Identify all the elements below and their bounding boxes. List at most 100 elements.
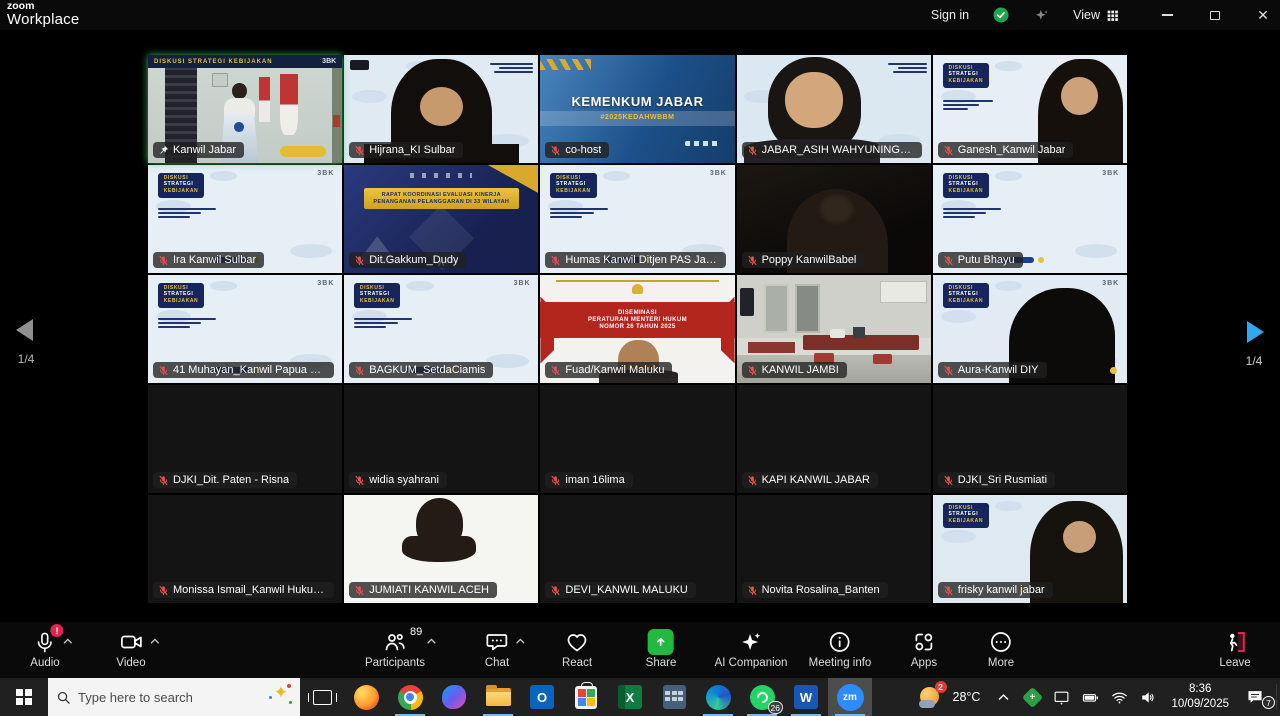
taskbar-app-edge[interactable] xyxy=(696,678,740,716)
participant-tile[interactable]: DISKUSISTRATEGIKEBIJAKAN3BK41 Muhayan_Ka… xyxy=(148,275,342,383)
participant-tile[interactable]: KANWIL JAMBI xyxy=(737,275,931,383)
participant-name-label: Kanwil Jabar xyxy=(153,142,244,158)
participant-tile[interactable]: DJKI_Dit. Paten - Risna xyxy=(148,385,342,493)
mic-muted-icon xyxy=(747,475,758,486)
volume-icon[interactable] xyxy=(1138,689,1158,706)
participant-tile[interactable]: DISKUSI STRATEGI KEBIJAKAN3BKKanwil Jaba… xyxy=(148,55,342,163)
next-page-arrow[interactable] xyxy=(1247,321,1264,343)
participant-tile[interactable]: RAPAT KOORDINASI EVALUASI KINERJAPENANGA… xyxy=(344,165,538,273)
more-button[interactable]: More xyxy=(988,629,1014,669)
leave-button[interactable]: Leave xyxy=(1219,629,1250,669)
participant-tile[interactable]: DISKUSISTRATEGIKEBIJAKAN3BKBAGKUM_SetdaC… xyxy=(344,275,538,383)
system-tray: 2 28°C + 8:36 10/09/2025 7 xyxy=(919,678,1280,716)
taskbar-app-copilot[interactable] xyxy=(432,678,476,716)
participants-options-caret[interactable] xyxy=(426,634,437,652)
participant-tile[interactable]: DISKUSISTRATEGIKEBIJAKAN3BKAura-Kanwil D… xyxy=(933,275,1127,383)
taskbar-app-file-explorer[interactable] xyxy=(476,678,520,716)
taskbar-app-calculator[interactable] xyxy=(652,678,696,716)
battery-icon[interactable] xyxy=(1080,689,1100,706)
participant-tile[interactable]: KEMENKUM JABAR#2025KEDAHWBBMco-host xyxy=(540,55,734,163)
audio-options-caret[interactable] xyxy=(62,634,73,652)
tray-expand-chevron[interactable] xyxy=(993,691,1013,704)
participant-tile[interactable]: DJKI_Sri Rusmiati xyxy=(933,385,1127,493)
previous-page-arrow[interactable] xyxy=(16,319,33,341)
participant-tile[interactable]: KAPI KANWIL JABAR xyxy=(737,385,931,493)
tile-text: DISEMINASI xyxy=(540,310,734,316)
participant-tile[interactable]: DISEMINASIPERATURAN MENTERI HUKUMNOMOR 2… xyxy=(540,275,734,383)
ai-companion-button[interactable]: AI Companion xyxy=(715,629,788,669)
tile-text: RAPAT KOORDINASI EVALUASI KINERJA xyxy=(366,192,517,198)
participant-tile[interactable]: DEVI_KANWIL MALUKU xyxy=(540,495,734,603)
meeting-info-button[interactable]: Meeting info xyxy=(809,629,872,669)
participant-name-label: KAPI KANWIL JABAR xyxy=(742,472,878,488)
participant-name: KANWIL JAMBI xyxy=(762,364,839,376)
minimize-button[interactable] xyxy=(1160,8,1174,22)
task-view-button[interactable] xyxy=(300,678,344,716)
participant-tile[interactable]: DISKUSISTRATEGIKEBIJAKAN3BKPutu Bhayu xyxy=(933,165,1127,273)
temperature-label[interactable]: 28°C xyxy=(953,690,981,704)
participant-tile[interactable]: iman 16lima xyxy=(540,385,734,493)
taskbar-clock[interactable]: 8:36 10/09/2025 xyxy=(1171,682,1229,712)
audio-button[interactable]: ! Audio xyxy=(30,629,59,669)
taskbar-search[interactable]: ✦ xyxy=(48,678,300,716)
tile-art xyxy=(224,98,255,116)
ai-sparkle-icon[interactable] xyxy=(1033,7,1050,24)
taskbar-app-firefox[interactable] xyxy=(344,678,388,716)
participants-button[interactable]: 89 Participants xyxy=(365,629,425,669)
participant-name: widia syahrani xyxy=(369,474,439,486)
zoom-workplace-logo: zoom Workplace xyxy=(7,1,79,28)
page-indicator-left: 1/4 xyxy=(6,352,46,366)
participant-tile[interactable]: Monissa Ismail_Kanwil Hukum... xyxy=(148,495,342,603)
participant-tile[interactable]: JUMIATI KANWIL ACEH xyxy=(344,495,538,603)
tile-art xyxy=(1061,77,1098,116)
start-button[interactable] xyxy=(0,678,48,716)
taskbar-app-zoom[interactable]: zm xyxy=(828,678,872,716)
more-label: More xyxy=(988,657,1014,669)
chat-options-caret[interactable] xyxy=(515,634,526,652)
video-options-caret[interactable] xyxy=(149,634,160,652)
file-explorer-icon xyxy=(486,688,511,706)
sign-in-button[interactable]: Sign in xyxy=(931,8,969,22)
apps-button[interactable]: Apps xyxy=(911,629,937,669)
maximize-icon xyxy=(1210,11,1220,20)
taskbar-app-chrome[interactable] xyxy=(388,678,432,716)
security-shield-icon[interactable] xyxy=(992,6,1010,24)
participant-tile[interactable]: DISKUSISTRATEGIKEBIJAKANfrisky kanwil ja… xyxy=(933,495,1127,603)
wifi-icon[interactable] xyxy=(1109,689,1129,706)
participant-name-label: co-host xyxy=(545,142,609,158)
participant-tile[interactable]: DISKUSISTRATEGIKEBIJAKAN3BKIra Kanwil Su… xyxy=(148,165,342,273)
react-button[interactable]: React xyxy=(562,629,592,669)
taskbar-app-word[interactable]: W xyxy=(784,678,828,716)
grid-view-icon xyxy=(1106,9,1119,22)
video-gallery: DISKUSI STRATEGI KEBIJAKAN3BKKanwil Jaba… xyxy=(0,30,1280,622)
video-button[interactable]: Video xyxy=(116,629,145,669)
taskbar-app-outlook[interactable]: O xyxy=(520,678,564,716)
view-button[interactable]: View xyxy=(1073,8,1119,22)
participant-tile[interactable]: DISKUSISTRATEGIKEBIJAKAN3BKHumas Kanwil … xyxy=(540,165,734,273)
chat-button[interactable]: Chat xyxy=(485,629,509,669)
maximize-button[interactable] xyxy=(1208,8,1222,22)
participant-name-label: DJKI_Sri Rusmiati xyxy=(938,472,1055,488)
participant-tile[interactable]: Poppy KanwilBabel xyxy=(737,165,931,273)
participant-tile[interactable]: Hijrana_KI Sulbar xyxy=(344,55,538,163)
close-button[interactable]: ✕ xyxy=(1256,8,1270,22)
taskbar-app-excel[interactable]: X xyxy=(608,678,652,716)
cast-display-icon[interactable] xyxy=(1051,689,1071,706)
action-center-button[interactable]: 7 xyxy=(1242,689,1268,705)
participant-name: JUMIATI KANWIL ACEH xyxy=(369,584,489,596)
antivirus-icon[interactable]: + xyxy=(1022,690,1042,705)
slide-title-banner: DISEMINASIPERATURAN MENTERI HUKUMNOMOR 2… xyxy=(540,302,734,338)
participant-tile[interactable]: widia syahrani xyxy=(344,385,538,493)
participant-tile[interactable]: DISKUSISTRATEGIKEBIJAKANGanesh_Kanwil Ja… xyxy=(933,55,1127,163)
copilot-sparkle-icon[interactable]: ✦ xyxy=(274,683,288,703)
taskbar-app-whatsapp[interactable]: 26 xyxy=(740,678,784,716)
taskbar-app-store[interactable] xyxy=(564,678,608,716)
share-button[interactable]: Share xyxy=(646,629,677,669)
participant-name: Novita Rosalina_Banten xyxy=(762,584,880,596)
participant-name-label: Humas Kanwil Ditjen PAS Jaw... xyxy=(545,252,726,268)
mic-muted-icon xyxy=(747,145,758,156)
participant-tile[interactable]: JABAR_ASIH WAHYUNINGSIH - xyxy=(737,55,931,163)
weather-icon[interactable]: 2 xyxy=(919,685,944,710)
participant-tile[interactable]: Novita Rosalina_Banten xyxy=(737,495,931,603)
search-input[interactable] xyxy=(78,690,238,705)
